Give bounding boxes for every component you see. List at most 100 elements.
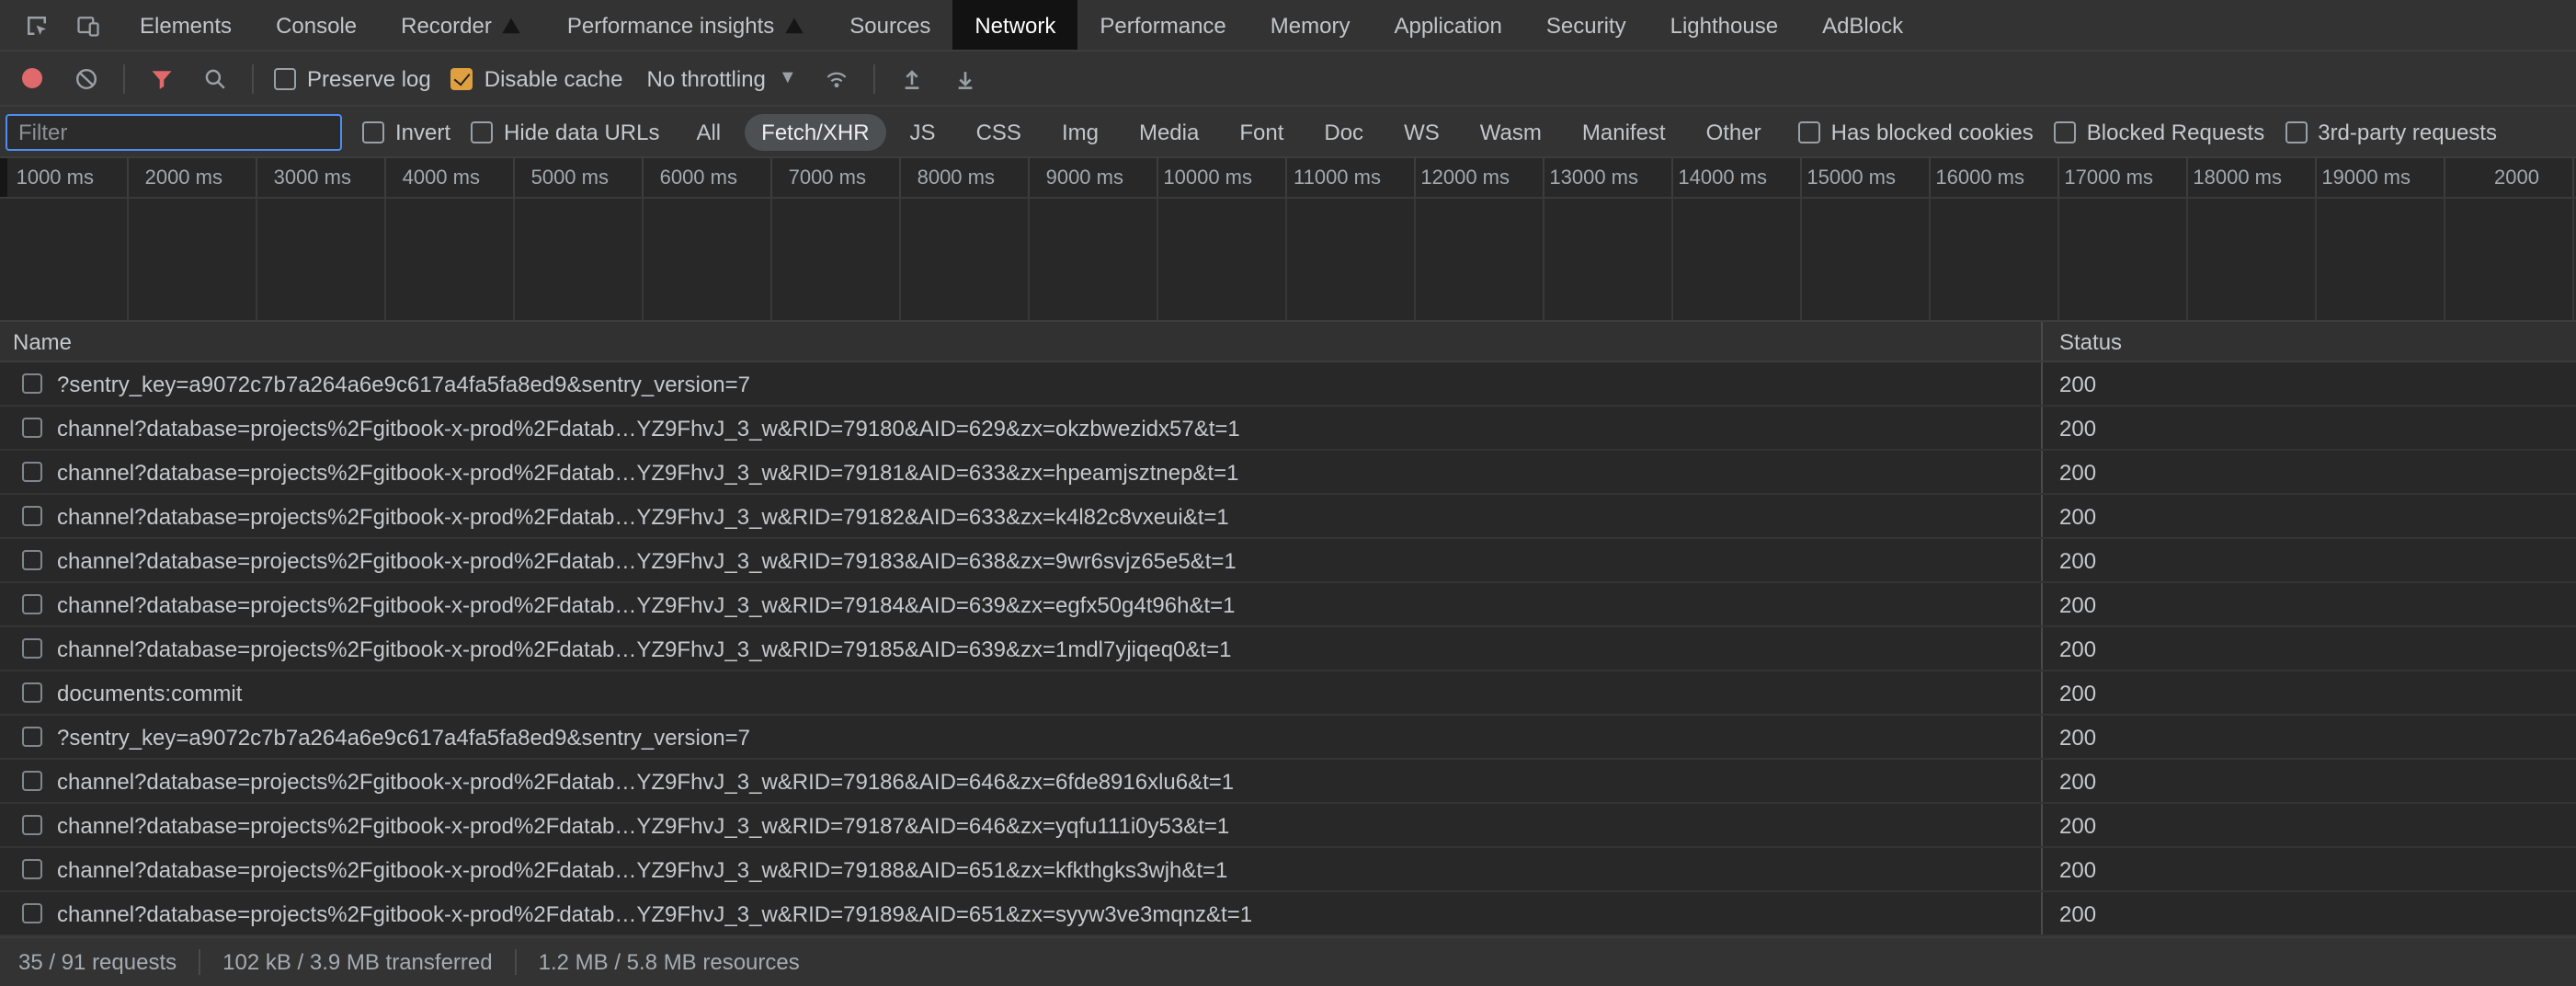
panel-tab[interactable]: Performance <box>1077 0 1248 50</box>
resource-type-filter[interactable]: Doc <box>1307 113 1380 150</box>
waterfall-gridline <box>644 199 772 320</box>
request-row[interactable]: ?sentry_key=a9072c7b7a264a6e9c617a4fa5fa… <box>0 716 2576 760</box>
has-blocked-cookies-checkbox[interactable] <box>1798 120 1820 143</box>
request-checkbox[interactable] <box>22 550 42 570</box>
resource-type-filter[interactable]: CSS <box>960 113 1038 150</box>
request-checkbox[interactable] <box>22 373 42 394</box>
disable-cache-toggle[interactable]: Disable cache <box>451 65 623 91</box>
disable-cache-checkbox[interactable] <box>451 67 473 89</box>
third-party-requests-toggle[interactable]: 3rd-party requests <box>2285 119 2497 144</box>
blocked-requests-checkbox[interactable] <box>2054 120 2076 143</box>
record-icon[interactable] <box>22 68 42 88</box>
timeline-tick-label: 14000 ms <box>1678 166 1767 189</box>
resource-type-filter[interactable]: JS <box>894 113 952 150</box>
tab-label: Memory <box>1271 12 1351 38</box>
panel-tab[interactable]: Performance insights <box>545 0 827 50</box>
timeline-tick: 14000 ms <box>1673 158 1802 197</box>
statusbar-divider <box>199 949 200 975</box>
blocked-requests-toggle[interactable]: Blocked Requests <box>2054 119 2264 144</box>
request-row[interactable]: channel?database=projects%2Fgitbook-x-pr… <box>0 539 2576 583</box>
filter-input[interactable] <box>6 113 342 150</box>
request-checkbox[interactable] <box>22 462 42 482</box>
panel-tab[interactable]: Network <box>952 0 1077 50</box>
request-checkbox[interactable] <box>22 506 42 526</box>
panel-tabs: Elements Console Recorder Performance <box>118 0 1925 50</box>
panel-tab[interactable]: Lighthouse <box>1648 0 1800 50</box>
request-row[interactable]: ?sentry_key=a9072c7b7a264a6e9c617a4fa5fa… <box>0 362 2576 407</box>
column-header-name[interactable]: Name <box>0 322 2043 361</box>
timeline-ruler[interactable]: 1000 ms 2000 ms 3000 ms 4000 ms 5000 ms … <box>0 158 2576 199</box>
panel-tab[interactable]: Console <box>254 0 379 50</box>
device-toolbar-icon[interactable] <box>66 8 110 41</box>
timeline-tick: 15000 ms <box>1802 158 1931 197</box>
import-har-icon[interactable] <box>896 62 929 95</box>
tab-label: Elements <box>140 12 232 38</box>
has-blocked-cookies-toggle[interactable]: Has blocked cookies <box>1798 119 2034 144</box>
panel-tab[interactable]: Security <box>1524 0 1648 50</box>
resource-type-filter[interactable]: Wasm <box>1464 113 1558 150</box>
panel-tab[interactable]: AdBlock <box>1800 0 1925 50</box>
waterfall-gridline <box>2445 199 2574 320</box>
resource-type-filter[interactable]: Media <box>1123 113 1215 150</box>
request-checkbox[interactable] <box>22 727 42 747</box>
request-row[interactable]: documents:commit 200 <box>0 671 2576 716</box>
hide-data-urls-toggle[interactable]: Hide data URLs <box>471 119 659 144</box>
request-name: ?sentry_key=a9072c7b7a264a6e9c617a4fa5fa… <box>57 371 750 396</box>
request-row[interactable]: channel?database=projects%2Fgitbook-x-pr… <box>0 451 2576 495</box>
request-row[interactable]: channel?database=projects%2Fgitbook-x-pr… <box>0 892 2576 936</box>
waterfall-gridline <box>129 199 257 320</box>
resource-type-filter[interactable]: Fetch/XHR <box>745 113 885 150</box>
resource-type-filter[interactable]: Img <box>1045 113 1115 150</box>
network-toolbar: Preserve log Disable cache No throttling… <box>0 52 2576 107</box>
request-row[interactable]: channel?database=projects%2Fgitbook-x-pr… <box>0 804 2576 848</box>
invert-toggle[interactable]: Invert <box>362 119 450 144</box>
request-checkbox[interactable] <box>22 638 42 659</box>
export-har-icon[interactable] <box>950 62 983 95</box>
waterfall-overview[interactable] <box>0 199 2576 320</box>
resource-type-filter[interactable]: Font <box>1223 113 1300 150</box>
request-checkbox[interactable] <box>22 903 42 923</box>
request-row[interactable]: channel?database=projects%2Fgitbook-x-pr… <box>0 848 2576 892</box>
panel-tab[interactable]: Application <box>1372 0 1523 50</box>
hide-data-urls-checkbox[interactable] <box>471 120 493 143</box>
resource-type-filter[interactable]: Other <box>1690 113 1778 150</box>
request-name: channel?database=projects%2Fgitbook-x-pr… <box>57 591 1236 617</box>
panel-tab[interactable]: Elements <box>118 0 254 50</box>
request-row[interactable]: channel?database=projects%2Fgitbook-x-pr… <box>0 627 2576 671</box>
panel-tab[interactable]: Memory <box>1248 0 1373 50</box>
request-checkbox[interactable] <box>22 682 42 703</box>
invert-checkbox[interactable] <box>362 120 384 143</box>
request-checkbox[interactable] <box>22 418 42 438</box>
request-checkbox[interactable] <box>22 594 42 614</box>
tab-label: Performance insights <box>567 12 774 38</box>
resource-type-filter[interactable]: Manifest <box>1566 113 1682 150</box>
request-row[interactable]: channel?database=projects%2Fgitbook-x-pr… <box>0 495 2576 539</box>
timeline-tick: 11000 ms <box>1287 158 1416 197</box>
timeline-tick-label: 4000 ms <box>403 166 480 189</box>
request-checkbox[interactable] <box>22 859 42 879</box>
clear-icon[interactable] <box>70 62 103 95</box>
request-status: 200 <box>2043 760 2576 802</box>
request-row[interactable]: channel?database=projects%2Fgitbook-x-pr… <box>0 407 2576 451</box>
timeline-tick: 3000 ms <box>257 158 386 197</box>
column-header-status[interactable]: Status <box>2043 322 2576 361</box>
panel-tab[interactable]: Sources <box>827 0 952 50</box>
throttling-select[interactable]: No throttling ▼ <box>644 65 801 91</box>
request-row[interactable]: channel?database=projects%2Fgitbook-x-pr… <box>0 583 2576 627</box>
panel-tab[interactable]: Recorder <box>379 0 545 50</box>
timeline-tick: 17000 ms <box>2059 158 2188 197</box>
statusbar-divider <box>515 949 517 975</box>
timeline-tick: 8000 ms <box>901 158 1030 197</box>
inspect-element-icon[interactable] <box>15 8 59 41</box>
resource-type-filter[interactable]: All <box>679 113 737 150</box>
search-icon[interactable] <box>199 62 232 95</box>
resource-type-filter[interactable]: WS <box>1387 113 1456 150</box>
network-conditions-icon[interactable] <box>821 62 854 95</box>
request-row[interactable]: channel?database=projects%2Fgitbook-x-pr… <box>0 760 2576 804</box>
preserve-log-toggle[interactable]: Preserve log <box>274 65 431 91</box>
request-checkbox[interactable] <box>22 771 42 791</box>
filter-funnel-icon[interactable] <box>145 62 178 95</box>
request-checkbox[interactable] <box>22 815 42 835</box>
third-party-requests-checkbox[interactable] <box>2285 120 2307 143</box>
preserve-log-checkbox[interactable] <box>274 67 296 89</box>
